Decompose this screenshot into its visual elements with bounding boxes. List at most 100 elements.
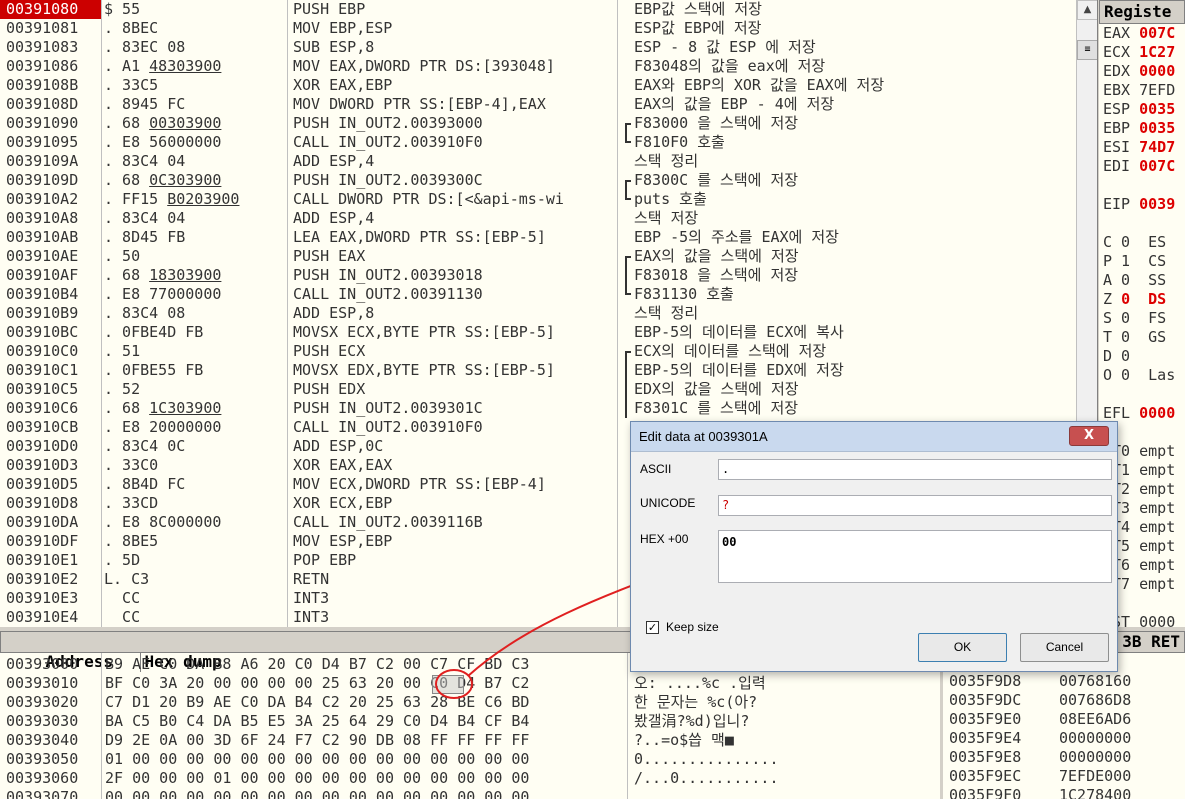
disasm-instruction[interactable]: SUB ESP,8	[293, 38, 616, 57]
dump-address[interactable]: 00393020	[0, 693, 101, 712]
disasm-bytes[interactable]: . 8BEC	[104, 19, 286, 38]
disasm-instruction[interactable]: CALL IN_OUT2.003910F0	[293, 418, 616, 437]
disasm-instruction[interactable]: LEA EAX,DWORD PTR SS:[EBP-5]	[293, 228, 616, 247]
register-line[interactable]: Z 0 DS	[1099, 290, 1185, 309]
disasm-comment[interactable]: F831130 호출	[622, 285, 1076, 304]
disasm-instruction[interactable]: PUSH IN_OUT2.0039300C	[293, 171, 616, 190]
disasm-instruction[interactable]: CALL DWORD PTR DS:[<&api-ms-wi	[293, 190, 616, 209]
disasm-instruction[interactable]: POP EBP	[293, 551, 616, 570]
dump-address[interactable]: 00393000	[0, 655, 101, 674]
scroll-up-button[interactable]: ▲	[1077, 0, 1097, 20]
dump-hex-row[interactable]: BF C0 3A 20 00 00 00 00 25 63 20 00 C0 D…	[105, 674, 625, 693]
dump-hex-row[interactable]: 2F 00 00 00 01 00 00 00 00 00 00 00 00 0…	[105, 769, 625, 788]
disasm-instruction[interactable]: INT3	[293, 608, 616, 627]
disasm-comment[interactable]: F83000 을 스택에 저장	[622, 114, 1076, 133]
disasm-address[interactable]: 003910CB	[0, 418, 101, 437]
disasm-instruction[interactable]: XOR EAX,EAX	[293, 456, 616, 475]
disasm-comment[interactable]: ECX의 데이터를 스택에 저장	[622, 342, 1076, 361]
disasm-address[interactable]: 003910C0	[0, 342, 101, 361]
disasm-instruction[interactable]: RETN	[293, 570, 616, 589]
disasm-instruction[interactable]: MOV DWORD PTR SS:[EBP-4],EAX	[293, 95, 616, 114]
disasm-instruction[interactable]: INT3	[293, 589, 616, 608]
disasm-address[interactable]: 003910D0	[0, 437, 101, 456]
scroll-thumb[interactable]: ≡	[1077, 40, 1097, 60]
stack-row[interactable]: 0035F9F0 1C278400	[943, 786, 1185, 799]
register-line[interactable]: EDI 007C	[1099, 157, 1185, 176]
register-line[interactable]: EBP 0035	[1099, 119, 1185, 138]
disasm-address[interactable]: 003910E3	[0, 589, 101, 608]
close-button[interactable]: X	[1069, 426, 1109, 446]
disasm-address[interactable]: 003910D8	[0, 494, 101, 513]
register-line[interactable]: T 0 GS	[1099, 328, 1185, 347]
ascii-input[interactable]: .	[718, 459, 1112, 480]
disasm-bytes[interactable]: . 33C5	[104, 76, 286, 95]
disasm-bytes[interactable]: $ 55	[104, 0, 286, 19]
disasm-bytes[interactable]: . 33C0	[104, 456, 286, 475]
ok-button[interactable]: OK	[918, 633, 1007, 662]
register-line[interactable]: S 0 FS	[1099, 309, 1185, 328]
stack-row[interactable]: 0035F9E0 08EE6AD6	[943, 710, 1185, 729]
dump-address[interactable]: 00393030	[0, 712, 101, 731]
disasm-address[interactable]: 003910C1	[0, 361, 101, 380]
register-line[interactable]	[1099, 176, 1185, 195]
disasm-bytes[interactable]: L. C3	[104, 570, 286, 589]
register-line[interactable]: O 0 Las	[1099, 366, 1185, 385]
disasm-bytes[interactable]: . 83EC 08	[104, 38, 286, 57]
disasm-address[interactable]: 003910D5	[0, 475, 101, 494]
disasm-instruction[interactable]: PUSH IN_OUT2.0039301C	[293, 399, 616, 418]
disasm-instruction[interactable]: MOV EBP,ESP	[293, 19, 616, 38]
register-line[interactable]: EDX 0000	[1099, 62, 1185, 81]
disasm-bytes[interactable]: . 8945 FC	[104, 95, 286, 114]
disasm-instruction[interactable]: XOR EAX,EBP	[293, 76, 616, 95]
disasm-comment[interactable]: ESP - 8 값 ESP 에 저장	[622, 38, 1076, 57]
disasm-instruction[interactable]: MOV ESP,EBP	[293, 532, 616, 551]
register-line[interactable]: ESP 0035	[1099, 100, 1185, 119]
disasm-bytes[interactable]: . E8 77000000	[104, 285, 286, 304]
dump-address[interactable]: 00393070	[0, 788, 101, 799]
disasm-bytes[interactable]: . 83C4 0C	[104, 437, 286, 456]
disasm-address[interactable]: 00391086	[0, 57, 101, 76]
keep-size-label[interactable]: Keep size	[666, 620, 719, 634]
disasm-bytes[interactable]: . 0FBE55 FB	[104, 361, 286, 380]
disasm-bytes[interactable]: CC	[104, 589, 286, 608]
disasm-instruction[interactable]: PUSH IN_OUT2.00393000	[293, 114, 616, 133]
register-line[interactable]: EAX 007C	[1099, 24, 1185, 43]
disasm-address[interactable]: 00391083	[0, 38, 101, 57]
disasm-address[interactable]: 003910AB	[0, 228, 101, 247]
disasm-bytes[interactable]: . 68 00303900	[104, 114, 286, 133]
disasm-bytes[interactable]: . E8 20000000	[104, 418, 286, 437]
disasm-comment[interactable]: 스택 정리	[622, 152, 1076, 171]
disasm-comment[interactable]: EBP-5의 데이터를 EDX에 저장	[622, 361, 1076, 380]
disasm-bytes[interactable]: CC	[104, 608, 286, 627]
disasm-address[interactable]: 003910DA	[0, 513, 101, 532]
disasm-address[interactable]: 0039108D	[0, 95, 101, 114]
disasm-address[interactable]: 0039108B	[0, 76, 101, 95]
disasm-address[interactable]: 00391090	[0, 114, 101, 133]
disasm-instruction[interactable]: PUSH IN_OUT2.00393018	[293, 266, 616, 285]
disasm-bytes[interactable]: . E8 8C000000	[104, 513, 286, 532]
disasm-comment[interactable]: puts 호출	[622, 190, 1076, 209]
keep-size-checkbox[interactable]: ✓	[646, 621, 659, 634]
disasm-address[interactable]: 003910A8	[0, 209, 101, 228]
register-line[interactable]	[1099, 214, 1185, 233]
disasm-comment[interactable]: EBP -5의 주소를 EAX에 저장	[622, 228, 1076, 247]
disasm-address[interactable]: 003910E1	[0, 551, 101, 570]
stack-row[interactable]: 0035F9D8 00768160	[943, 672, 1185, 691]
disasm-bytes[interactable]: . 51	[104, 342, 286, 361]
disasm-bytes[interactable]: . A1 48303900	[104, 57, 286, 76]
disasm-instruction[interactable]: ADD ESP,4	[293, 152, 616, 171]
register-line[interactable]: EBX 7EFD	[1099, 81, 1185, 100]
disasm-address[interactable]: 003910C6	[0, 399, 101, 418]
disasm-address[interactable]: 003910C5	[0, 380, 101, 399]
disasm-instruction[interactable]: MOV ECX,DWORD PTR SS:[EBP-4]	[293, 475, 616, 494]
dump-hex-row[interactable]: 00 00 00 00 00 00 00 00 00 00 00 00 00 0…	[105, 788, 625, 799]
disasm-instruction[interactable]: MOV EAX,DWORD PTR DS:[393048]	[293, 57, 616, 76]
dump-hex-row[interactable]: C7 D1 20 B9 AE C0 DA B4 C2 20 25 63 28 B…	[105, 693, 625, 712]
stack-row[interactable]: 0035F9E8 00000000	[943, 748, 1185, 767]
disasm-bytes[interactable]: . FF15 B0203900	[104, 190, 286, 209]
disasm-instruction[interactable]: PUSH EAX	[293, 247, 616, 266]
disasm-bytes[interactable]: . 52	[104, 380, 286, 399]
disasm-address[interactable]: 003910E4	[0, 608, 101, 627]
register-line[interactable]: D 0	[1099, 347, 1185, 366]
dump-address[interactable]: 00393060	[0, 769, 101, 788]
